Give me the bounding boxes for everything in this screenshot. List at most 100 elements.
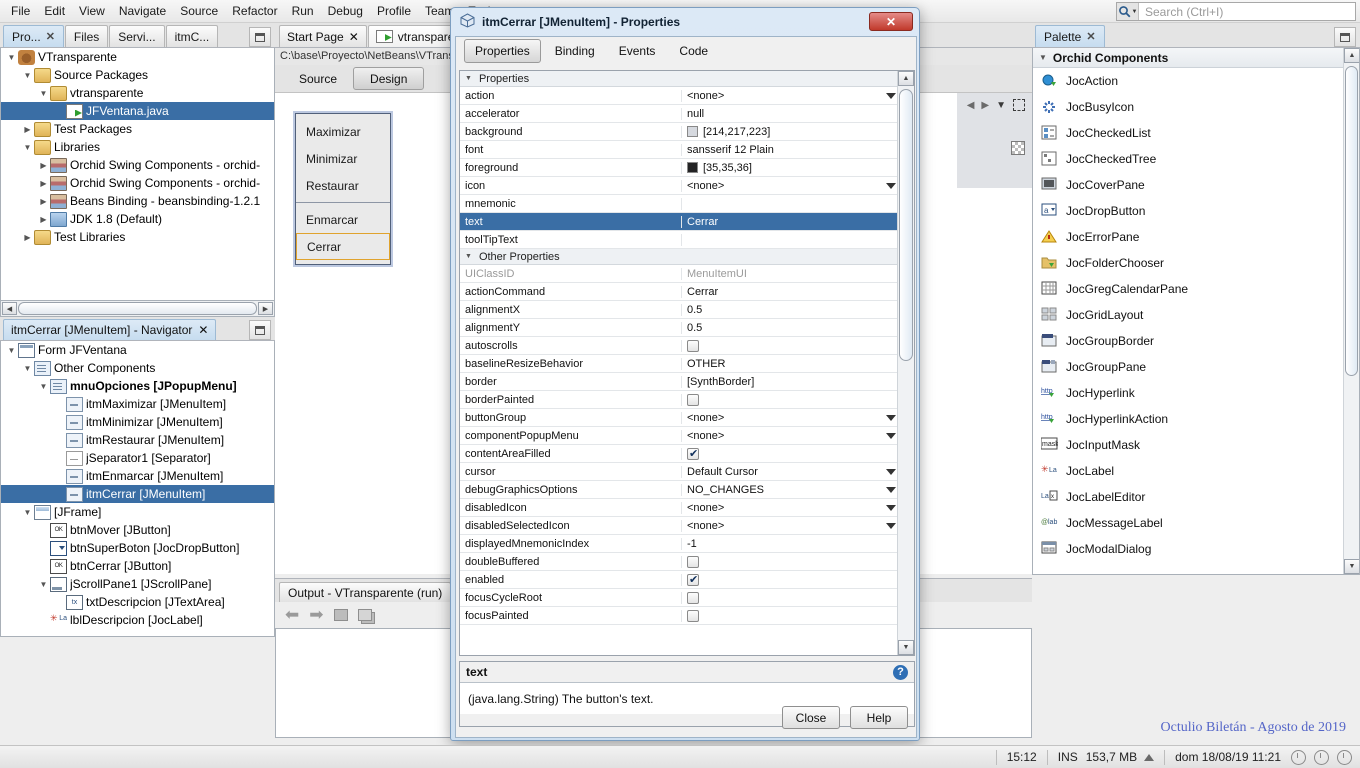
prop-row-focuscycleroot[interactable]: focusCycleRoot … <box>460 589 914 607</box>
chevron-down-icon[interactable]: ▼ <box>21 71 34 80</box>
navigator-minimize-button[interactable] <box>249 320 271 340</box>
prop-value[interactable] <box>682 555 899 568</box>
prop-row-background[interactable]: background [214,217,223] … <box>460 123 914 141</box>
chevron-down-icon[interactable] <box>886 92 896 99</box>
dialog-tab-code[interactable]: Code <box>669 40 718 62</box>
tree-item-test-libraries[interactable]: ▶ Test Libraries <box>1 228 274 246</box>
scroll-thumb[interactable] <box>899 89 913 361</box>
select-all-icon[interactable] <box>1013 99 1025 111</box>
palette-item-joclabeleditor[interactable]: La x JocLabelEditor <box>1033 484 1359 510</box>
dialog-tab-events[interactable]: Events <box>609 40 666 62</box>
properties-vertical-scrollbar[interactable]: ▲ ▼ <box>897 71 914 655</box>
nav-item-itmminimizar[interactable]: itmMinimizar [JMenuItem] <box>1 413 274 431</box>
prop-row-buttongroup[interactable]: buttonGroup <none> … <box>460 409 914 427</box>
tab-projects[interactable]: Pro... ✕ <box>3 25 64 47</box>
tab-output[interactable]: Output - VTransparente (run) <box>279 582 452 602</box>
prop-value[interactable]: Cerrar <box>682 216 899 228</box>
tab-start-page[interactable]: Start Page ✕ <box>279 25 367 47</box>
tree-item-vtransparente[interactable]: ▼ VTransparente <box>1 48 274 66</box>
prop-value[interactable] <box>682 573 899 586</box>
scroll-thumb[interactable] <box>1345 66 1358 376</box>
prop-row-mnemonic[interactable]: mnemonic … <box>460 195 914 213</box>
nav-item-itmmaximizar[interactable]: itmMaximizar [JMenuItem] <box>1 395 274 413</box>
tab-navigator[interactable]: itmCerrar [JMenuItem] - Navigator ✕ <box>3 319 217 340</box>
chevron-down-icon[interactable]: ▼ <box>5 346 18 355</box>
prop-value[interactable]: 0.5 <box>682 322 899 334</box>
nav-item-jframe[interactable]: ▼ [JFrame] <box>1 503 274 521</box>
preview-item-restaurar[interactable]: Restaurar <box>296 172 390 199</box>
checkbox[interactable] <box>687 393 699 406</box>
clear-output-icon[interactable] <box>333 609 348 621</box>
menu-source[interactable]: Source <box>173 2 225 20</box>
checkbox[interactable] <box>687 339 699 352</box>
prop-value[interactable] <box>682 447 899 460</box>
prop-row-icon[interactable]: icon <none> … <box>460 177 914 195</box>
chevron-right-icon[interactable]: ▶ <box>37 161 50 170</box>
prop-row-componentpopupmenu[interactable]: componentPopupMenu <none> … <box>460 427 914 445</box>
nav-item-lbldescripcion[interactable]: lblDescripcion [JocLabel] <box>1 611 274 629</box>
palette-item-jocgroupborder[interactable]: JocGroupBorder <box>1033 328 1359 354</box>
minimize-window-button[interactable] <box>249 27 271 47</box>
prop-row-border[interactable]: border [SynthBorder] … <box>460 373 914 391</box>
prop-value[interactable]: null <box>682 108 899 120</box>
menu-file[interactable]: File <box>4 2 37 20</box>
palette-item-jocgrouppane[interactable]: JocGroupPane <box>1033 354 1359 380</box>
close-icon[interactable]: ✕ <box>198 323 208 337</box>
prop-value[interactable]: 0.5 <box>682 304 899 316</box>
tab-files[interactable]: Files <box>64 25 109 47</box>
chevron-down-icon[interactable] <box>886 522 896 529</box>
prop-value[interactable]: Default Cursor <box>682 466 899 478</box>
nav-item-itmenmarcar[interactable]: itmEnmarcar [JMenuItem] <box>1 467 274 485</box>
palette-item-joccoverpane[interactable]: JocCoverPane <box>1033 172 1359 198</box>
palette-item-jocmessagelabel[interactable]: @ lab JocMessageLabel <box>1033 510 1359 536</box>
projects-horizontal-scrollbar[interactable]: ◀ ▶ <box>0 301 275 317</box>
prop-row-displayedmnemonicindex[interactable]: displayedMnemonicIndex -1 … <box>460 535 914 553</box>
scroll-up-icon[interactable]: ▲ <box>1344 48 1359 63</box>
help-icon[interactable]: ? <box>893 664 908 680</box>
checkbox[interactable] <box>687 573 699 586</box>
palette-item-jocbusyicon[interactable]: JocBusyIcon <box>1033 94 1359 120</box>
prop-value[interactable]: [214,217,223] <box>682 126 899 138</box>
chevron-down-icon[interactable]: ▼ <box>37 382 50 391</box>
prop-value[interactable] <box>682 393 899 406</box>
properties-dialog[interactable]: itmCerrar [JMenuItem] - Properties ✕ Pro… <box>450 7 920 741</box>
menu-navigate[interactable]: Navigate <box>112 2 173 20</box>
prop-row-debuggraphicsoptions[interactable]: debugGraphicsOptions NO_CHANGES … <box>460 481 914 499</box>
tree-item-source-packages[interactable]: ▼ Source Packages <box>1 66 274 84</box>
timer-icon[interactable] <box>1337 749 1352 765</box>
tree-item-orchid-1[interactable]: ▶ Orchid Swing Components - orchid- <box>1 156 274 174</box>
prop-row-alignmentx[interactable]: alignmentX 0.5 … <box>460 301 914 319</box>
prop-value[interactable]: <none> <box>682 90 899 102</box>
tab-palette[interactable]: Palette ✕ <box>1035 25 1105 47</box>
tree-item-libraries[interactable]: ▼ Libraries <box>1 138 274 156</box>
palette-item-joclabel[interactable]: ✳ La JocLabel <box>1033 458 1359 484</box>
prop-row-doublebuffered[interactable]: doubleBuffered … <box>460 553 914 571</box>
prop-row-borderpainted[interactable]: borderPainted … <box>460 391 914 409</box>
prop-value[interactable] <box>682 609 899 622</box>
chevron-down-icon[interactable]: ▼ <box>1039 53 1047 62</box>
next-arrow-icon[interactable]: ▶ <box>981 100 989 111</box>
nav-item-btnsuperboton[interactable]: btnSuperBoton [JocDropButton] <box>1 539 274 557</box>
status-memory[interactable]: 153,7 MB <box>1086 750 1137 764</box>
scroll-down-icon[interactable]: ▼ <box>1344 559 1359 574</box>
checkbox[interactable] <box>687 447 699 460</box>
checkbox[interactable] <box>687 609 699 622</box>
prop-value[interactable] <box>682 339 899 352</box>
dialog-title-bar[interactable]: itmCerrar [JMenuItem] - Properties ✕ <box>451 8 919 35</box>
prop-row-action[interactable]: action <none> … <box>460 87 914 105</box>
chevron-down-icon[interactable]: ▼ <box>21 364 34 373</box>
alarm-clock-icon[interactable] <box>1291 749 1306 765</box>
prop-value[interactable]: Cerrar <box>682 286 899 298</box>
chevron-down-icon[interactable] <box>886 182 896 189</box>
scroll-thumb[interactable] <box>18 302 257 315</box>
prop-row-disabledicon[interactable]: disabledIcon <none> … <box>460 499 914 517</box>
palette-item-jocaction[interactable]: JocAction <box>1033 68 1359 94</box>
palette-list[interactable]: ▼ Orchid Components JocAction JocBusyIco… <box>1032 48 1360 575</box>
checkbox[interactable] <box>687 591 699 604</box>
chevron-down-icon[interactable]: ▼ <box>465 253 472 260</box>
nav-item-jseparator1[interactable]: jSeparator1 [Separator] <box>1 449 274 467</box>
dialog-tab-binding[interactable]: Binding <box>545 40 605 62</box>
prop-value[interactable]: <none> <box>682 412 899 424</box>
prop-row-accelerator[interactable]: accelerator null … <box>460 105 914 123</box>
preview-item-maximizar[interactable]: Maximizar <box>296 118 390 145</box>
